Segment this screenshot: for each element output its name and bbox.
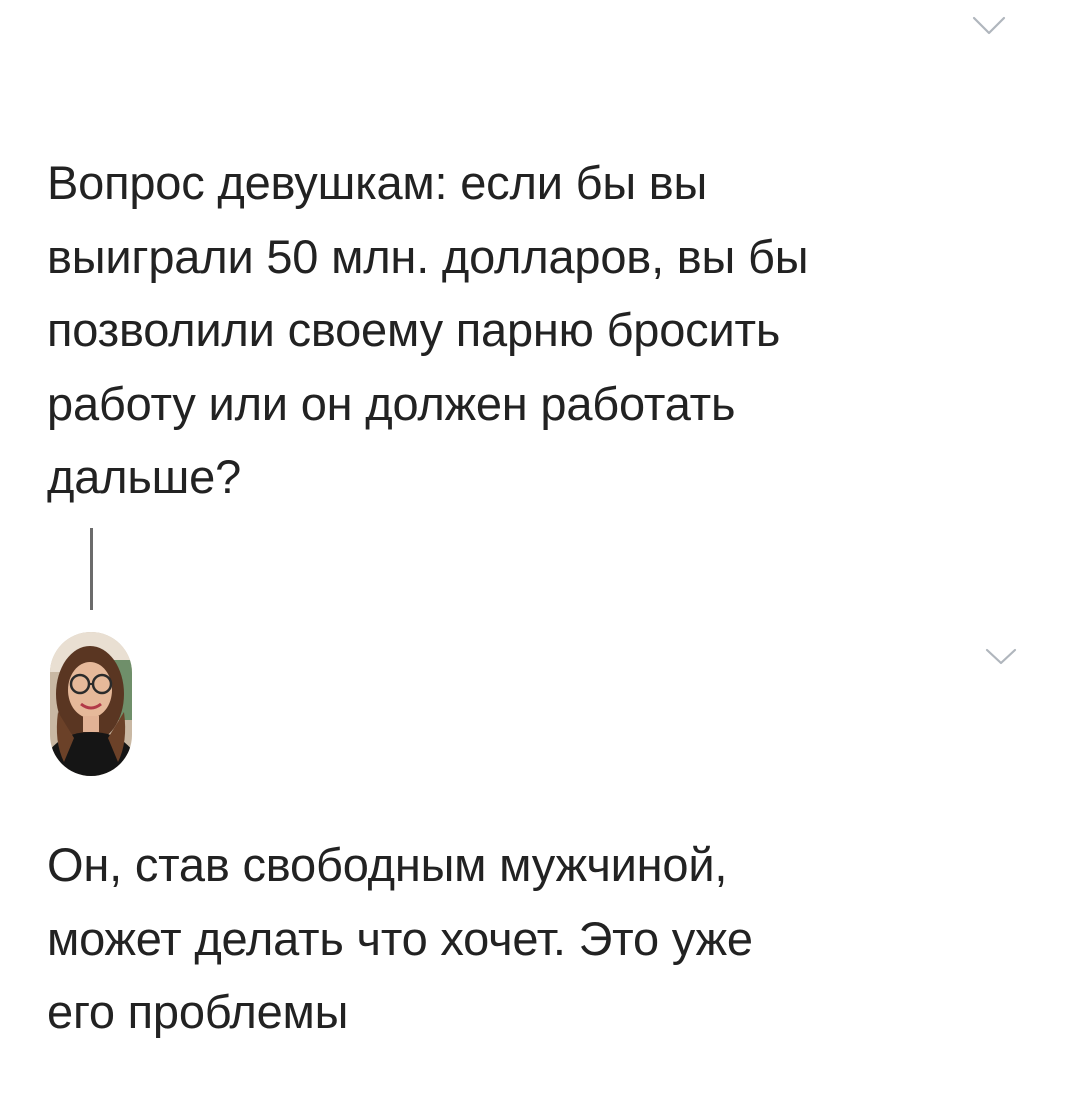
chevron-down-icon (972, 16, 1006, 35)
avatar-image (50, 632, 132, 776)
avatar[interactable] (50, 632, 132, 776)
thread-connector-line (90, 528, 93, 610)
tweet-text-reply: Он, став свободным мужчиной, может делат… (47, 838, 753, 1038)
reply-menu-chevron-down-icon[interactable] (984, 645, 1018, 669)
tweet-menu-chevron-down-icon[interactable] (972, 14, 1006, 38)
chevron-down-icon (985, 648, 1017, 665)
tweet-text-question: Вопрос девушкам: если бы вы выиграли 50 … (47, 156, 809, 503)
